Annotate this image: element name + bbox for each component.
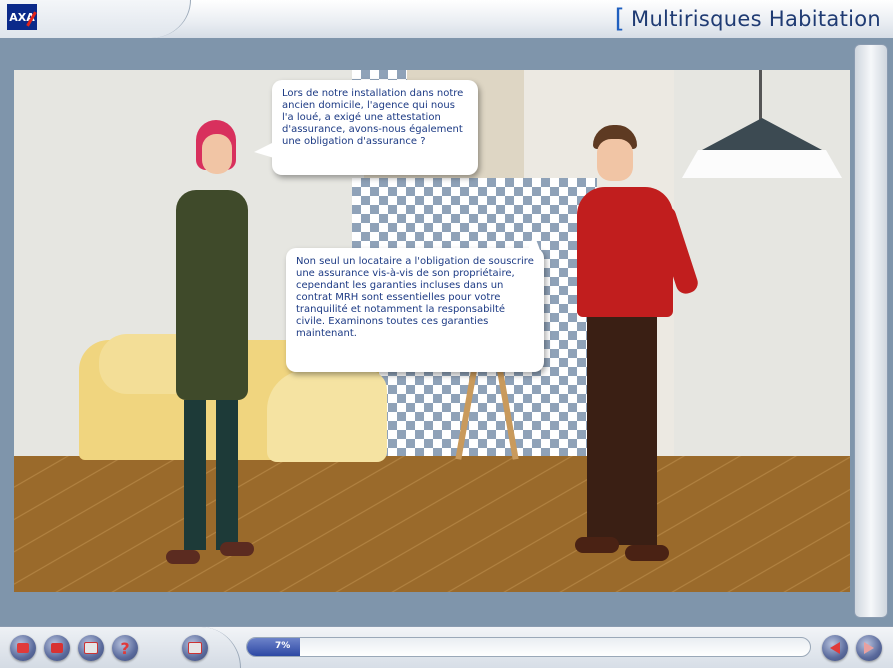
progress-bar: 7% [246, 637, 811, 657]
app-title-text: Multirisques Habitation [631, 7, 881, 31]
woman-leg [216, 400, 238, 550]
man-shoe [625, 545, 669, 561]
book-button[interactable] [44, 635, 70, 661]
home-icon [17, 643, 29, 653]
book-icon [51, 643, 63, 653]
bottom-toolbar: ? 7% [0, 626, 893, 668]
man-face [597, 139, 633, 181]
print-icon [84, 642, 98, 654]
man-shoe [575, 537, 619, 553]
man-speech-bubble: Non seul un locataire a l'obligation de … [286, 234, 544, 372]
exit-icon [188, 642, 202, 654]
vertical-scrollbar[interactable] [854, 44, 888, 618]
axa-logo: AXA [7, 4, 37, 30]
wooden-floor [14, 456, 850, 592]
woman-dress [176, 190, 248, 400]
lamp-cord [759, 70, 762, 120]
previous-icon [830, 642, 840, 654]
help-button[interactable]: ? [112, 635, 138, 661]
easel [454, 356, 524, 460]
easel-leg [495, 360, 519, 460]
print-button[interactable] [78, 635, 104, 661]
lamp-light [682, 150, 842, 178]
woman-character [154, 120, 264, 570]
title-bar: AXA [Multirisques Habitation [0, 0, 893, 39]
woman-speech-bubble: Lors de notre installation dans notre an… [254, 80, 478, 175]
lamp-shade [702, 118, 822, 150]
woman-shoe [166, 550, 200, 564]
app-title: [Multirisques Habitation [614, 3, 881, 34]
man-speech-text: Non seul un locataire a l'obligation de … [296, 256, 534, 339]
woman-face [202, 134, 232, 174]
woman-speech-text: Lors de notre installation dans notre an… [282, 88, 464, 147]
progress-fill [247, 638, 301, 656]
next-button[interactable] [856, 635, 882, 661]
ceiling-lamp [682, 118, 842, 178]
home-button[interactable] [10, 635, 36, 661]
easel-leg [455, 360, 479, 460]
woman-leg [184, 400, 206, 550]
man-shirt [577, 187, 673, 317]
scene-stage: Lors de notre installation dans notre an… [14, 70, 850, 592]
man-trousers [587, 315, 657, 545]
progress-label: 7% [275, 641, 291, 651]
sofa-arm [267, 370, 387, 462]
title-bracket-icon: [ [614, 4, 626, 34]
bubble-tail [528, 234, 540, 250]
bubble-tail [254, 142, 274, 158]
next-icon [864, 642, 874, 654]
man-character [569, 125, 701, 575]
previous-button[interactable] [822, 635, 848, 661]
exit-button[interactable] [182, 635, 208, 661]
help-icon: ? [120, 638, 130, 658]
woman-shoe [220, 542, 254, 556]
